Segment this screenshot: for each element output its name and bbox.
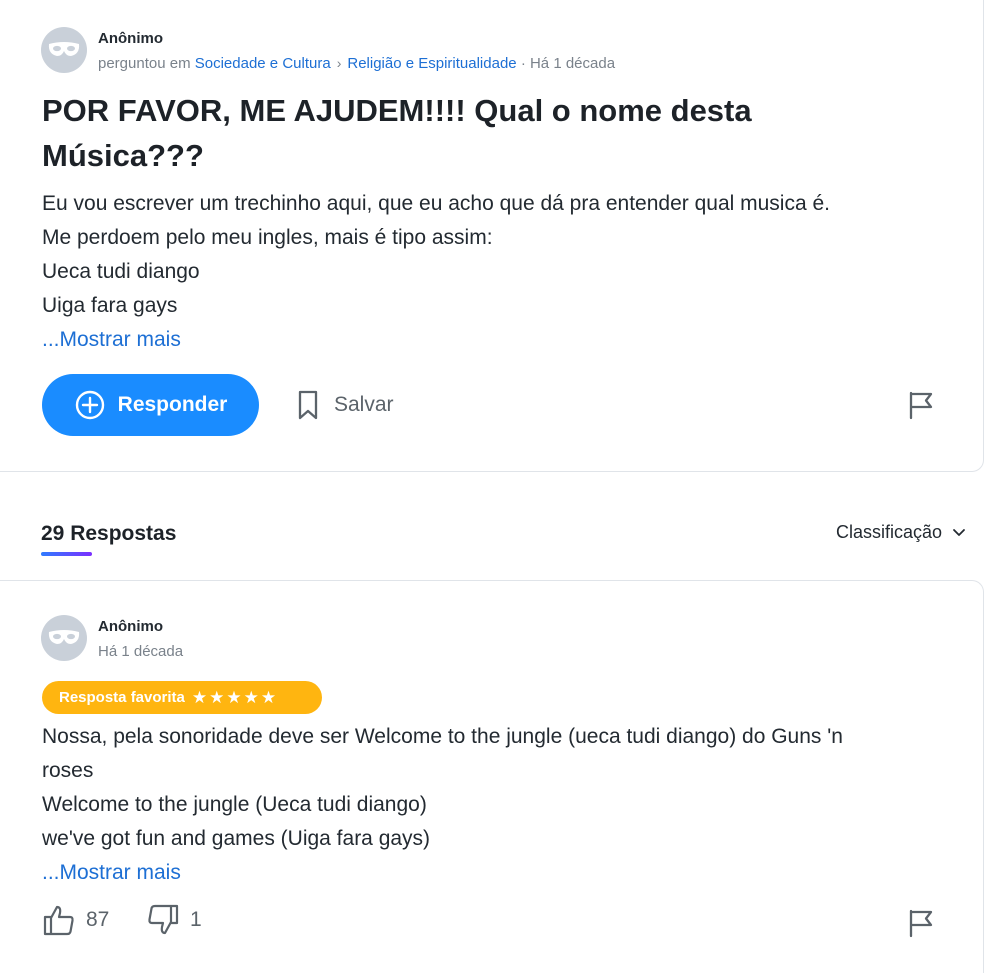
question-title-line-1: POR FAVOR, ME AJUDEM!!!! Qual o nome des… — [42, 93, 752, 128]
thumbs-down-count: 1 — [190, 908, 202, 931]
reply-button[interactable]: Responder — [42, 374, 259, 436]
thumbs-up-count: 87 — [86, 908, 110, 931]
answer-body-line: Nossa, pela sonoridade deve ser Welcome … — [42, 725, 843, 748]
answers-count-underline — [41, 552, 92, 556]
question-author-name[interactable]: Anônimo — [98, 30, 163, 47]
subcategory-link[interactable]: Religião e Espiritualidade — [347, 55, 516, 72]
thumbs-up-icon — [43, 905, 74, 936]
flag-icon — [909, 909, 933, 938]
anonymous-mask-icon — [48, 630, 80, 644]
question-meta: perguntou em Sociedade e Cultura › Religiã… — [98, 55, 615, 72]
thumbs-up-button[interactable]: 87 — [42, 903, 109, 937]
category-link[interactable]: Sociedade e Cultura — [195, 55, 331, 72]
answers-count: 29 Respostas — [41, 522, 177, 545]
answer-body-line: Welcome to the jungle (Ueca tudi diango) — [42, 793, 427, 816]
question-show-more-link[interactable]: ...Mostrar mais — [42, 328, 181, 352]
save-button[interactable]: Salvar — [296, 384, 394, 426]
chevron-down-icon — [953, 528, 965, 536]
question-time: · Há 1 década — [520, 55, 616, 72]
bookmark-icon — [298, 390, 318, 420]
anonymous-mask-icon — [48, 42, 80, 56]
reply-button-label: Responder — [117, 393, 228, 416]
answer-author-avatar[interactable] — [41, 615, 87, 661]
answer-body-line: roses — [42, 759, 94, 782]
plus-circle-icon — [75, 390, 104, 420]
answer-author-name[interactable]: Anônimo — [98, 618, 163, 635]
question-body-line: Uiga fara gays — [42, 294, 178, 317]
save-button-label: Salvar — [334, 393, 394, 416]
report-question-button[interactable] — [905, 389, 937, 421]
question-body-line: Eu vou escrever um trechinho aqui, que e… — [42, 192, 831, 215]
sort-label: Classificação — [835, 522, 942, 542]
thumbs-down-icon — [148, 904, 179, 935]
answer-time: Há 1 década — [98, 643, 184, 660]
favorite-answer-label: Resposta favorita — [59, 689, 185, 706]
question-title-line-2: Música??? — [42, 138, 204, 173]
question-body-line: Me perdoem pelo meu ingles, mais é tipo … — [42, 226, 493, 249]
sort-dropdown[interactable]: Classificação — [836, 522, 966, 543]
answer-show-more-link[interactable]: ...Mostrar mais — [42, 861, 181, 885]
question-title: POR FAVOR, ME AJUDEM!!!! Qual o nome des… — [42, 88, 942, 178]
question-body-line: Ueca tudi diango — [42, 260, 200, 283]
favorite-answer-badge: Resposta favorita ★★★★★ — [42, 681, 322, 714]
flag-icon — [909, 391, 933, 420]
report-answer-button[interactable] — [905, 907, 937, 939]
chevron-right-icon: › — [336, 55, 342, 71]
answer-body-line: we've got fun and games (Uiga fara gays) — [42, 827, 431, 850]
question-author-avatar[interactable] — [41, 27, 87, 73]
asked-prefix: perguntou em — [98, 55, 191, 72]
thumbs-down-button[interactable]: 1 — [146, 903, 202, 937]
five-stars-icon: ★★★★★ — [191, 687, 279, 707]
